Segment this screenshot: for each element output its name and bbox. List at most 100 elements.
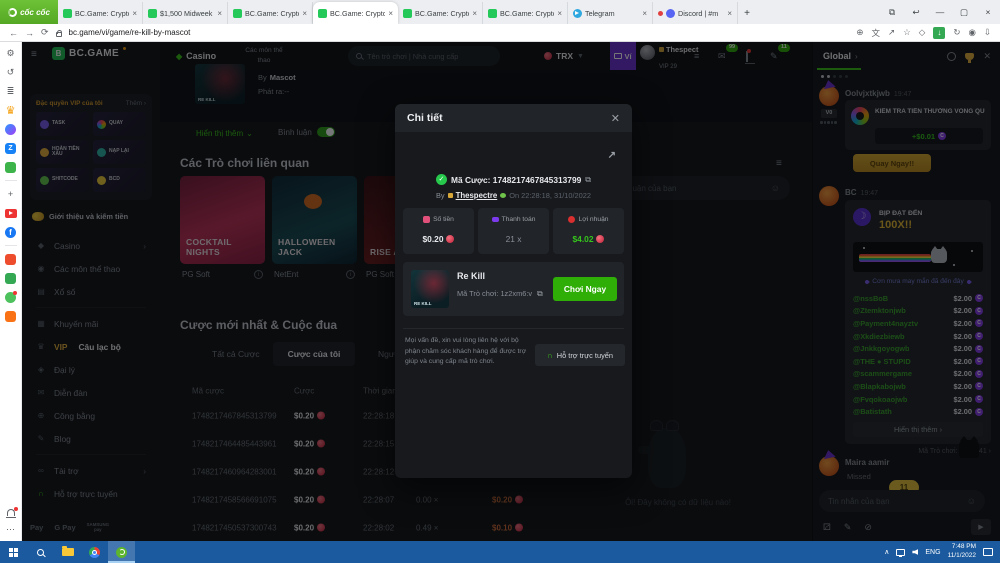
modal-title: Chi tiết (407, 112, 443, 124)
browser-tab[interactable]: $1,500 Midweek × (143, 2, 228, 24)
tray-expand-icon[interactable]: ∧ (884, 548, 889, 556)
address-bar: ← → ⟳ bc.game/vi/game/re-kill-by-mascot … (0, 24, 1000, 42)
close-tab-icon[interactable]: × (388, 9, 393, 18)
maximize-button[interactable]: ▢ (952, 7, 976, 18)
games-icon[interactable] (5, 161, 16, 173)
close-tab-icon[interactable]: × (557, 9, 562, 18)
divider (403, 328, 624, 329)
bcgame-favicon (63, 8, 72, 18)
address-bar-actions: ⊕ 文 ↗ ☆ ◇ ↓ ↻ ◉ ⇩ (856, 26, 991, 39)
bcgame-favicon (488, 8, 497, 18)
new-tab-button[interactable]: + (738, 2, 756, 24)
close-tab-icon[interactable]: × (642, 9, 647, 18)
browser-tab[interactable]: BC.Game: Crypto × (398, 2, 483, 24)
adblock-shield-icon[interactable]: ◇ (919, 27, 926, 38)
forward-icon[interactable]: → (25, 28, 34, 38)
share-icon[interactable]: ↗ (608, 150, 616, 161)
facebook-icon[interactable]: f (5, 226, 16, 238)
notifications-bell-icon[interactable] (5, 507, 18, 518)
game-code: Mã Trò chơi: 1z2xm6:v (457, 289, 533, 298)
bet-by-row: By Thespectre On 22:28:18, 31/10/2022 (435, 191, 591, 200)
bet-details-modal: Chi tiết ✕ ↗ ✓ Mã Cược: 1748217467845313… (395, 104, 632, 478)
play-now-button[interactable]: Chơi Ngay (553, 277, 617, 301)
history-icon[interactable]: ↺ (5, 66, 17, 78)
profit-icon (568, 216, 576, 223)
url-text[interactable]: bc.game/vi/game/re-kill-by-mascot (69, 28, 191, 37)
close-modal-icon[interactable]: ✕ (611, 112, 620, 125)
downloads-icon[interactable]: ⇩ (984, 27, 991, 38)
discord-favicon (666, 8, 675, 18)
pip-icon[interactable]: ⧉ (880, 7, 904, 18)
sync-icon[interactable]: ↻ (953, 27, 960, 38)
close-tab-icon[interactable]: × (727, 9, 732, 18)
browser-tab-active[interactable]: BC.Game: Crypto × (313, 2, 398, 24)
bet-user-link[interactable]: Thespectre (456, 191, 498, 200)
back-icon[interactable]: ← (9, 28, 18, 38)
coccoc-download-icon[interactable]: ↓ (933, 26, 946, 39)
shopee-icon[interactable] (5, 253, 16, 265)
messenger-icon[interactable] (5, 123, 16, 135)
save-page-icon[interactable]: ⊕ (856, 27, 863, 38)
tabs: BC.Game: Crypto × $1,500 Midweek × BC.Game… (58, 0, 756, 24)
close-tab-icon[interactable]: × (132, 9, 137, 18)
modal-header: Chi tiết ✕ (395, 104, 632, 132)
translate-icon[interactable]: 文 (872, 27, 881, 39)
divider (4, 245, 17, 246)
share-icon[interactable]: ↗ (888, 27, 895, 38)
coccoc-icon (8, 7, 18, 17)
gift-icon[interactable] (5, 272, 16, 284)
reading-list-icon[interactable]: ≣ (5, 85, 17, 97)
amount-icon (423, 216, 431, 223)
bet-id-text: Mã Cược: 1748217467845313799 (450, 174, 582, 185)
browser-tab[interactable]: BC.Game: Crypto × (483, 2, 568, 24)
payout-icon (491, 217, 499, 222)
bcgame-favicon (233, 8, 242, 18)
live-support-button[interactable]: ∩ Hỗ trợ trực tuyến (535, 344, 625, 366)
close-tab-icon[interactable]: × (472, 9, 477, 18)
network-icon[interactable] (896, 548, 906, 557)
file-explorer-icon[interactable] (54, 541, 81, 563)
zalo-icon[interactable]: Z (5, 142, 16, 154)
more-icon[interactable]: ⋯ (5, 523, 17, 535)
coccoc-taskbar-icon[interactable] (108, 541, 135, 563)
game-row-card: RE KILL Re Kill Mã Trò chơi: 1z2xm6:v ⧉ … (403, 262, 624, 316)
add-shortcut-icon[interactable]: + (5, 188, 17, 200)
game-name: Re Kill (457, 271, 486, 281)
browser-tab[interactable]: BC.Game: Crypto × (58, 2, 143, 24)
bookmark-star-icon[interactable]: ☆ (903, 27, 911, 38)
cart-icon[interactable] (5, 310, 16, 322)
close-window-button[interactable]: × (976, 7, 1000, 17)
reload-icon[interactable]: ⟳ (41, 27, 49, 38)
chat-app-icon[interactable] (5, 290, 17, 303)
copy-icon[interactable]: ⧉ (585, 175, 591, 185)
lock-badge-icon (447, 193, 453, 198)
bet-stats: Số tiền $0.20 Thanh toán 21 x Lợi nhuận … (403, 208, 624, 254)
profile-icon[interactable]: ◉ (968, 27, 975, 38)
lock-icon (55, 29, 63, 37)
language-indicator[interactable]: ENG (925, 549, 940, 556)
browser-tab[interactable]: Telegram × (568, 2, 653, 24)
action-center-icon[interactable] (983, 548, 993, 556)
windows-taskbar: ∧ ENG 7:48 PM 11/1/2022 (0, 541, 1000, 563)
minimize-button[interactable]: — (928, 7, 952, 17)
taskbar-search-icon[interactable] (27, 541, 54, 563)
copy-icon[interactable]: ⧉ (537, 289, 543, 299)
browser-tab-strip: cốc cốc BC.Game: Crypto × $1,500 Midweek ×… (0, 0, 1000, 24)
close-tab-icon[interactable]: × (302, 9, 307, 18)
back-shortcut-icon[interactable]: ↩ (904, 7, 928, 18)
trx-gem-icon (596, 235, 605, 243)
clock[interactable]: 7:48 PM 11/1/2022 (948, 543, 976, 561)
youtube-icon[interactable] (4, 208, 17, 218)
chrome-icon[interactable] (81, 541, 108, 563)
speaker-icon[interactable] (912, 549, 919, 555)
close-tab-icon[interactable]: × (217, 9, 222, 18)
support-text: Mọi vấn đề, xin vui lòng liên hệ với bộ … (405, 337, 527, 366)
vip-crown-icon[interactable]: ♛ (5, 104, 17, 117)
rekill-thumbnail[interactable]: RE KILL (411, 270, 449, 308)
bet-timestamp: On 22:28:18, 31/10/2022 (509, 191, 591, 200)
telegram-favicon (573, 8, 582, 18)
browser-tab[interactable]: Discord | #m × (653, 2, 738, 24)
start-button[interactable] (0, 541, 27, 563)
settings-gear-icon[interactable]: ⚙ (5, 47, 17, 59)
browser-tab[interactable]: BC.Game: Crypto × (228, 2, 313, 24)
